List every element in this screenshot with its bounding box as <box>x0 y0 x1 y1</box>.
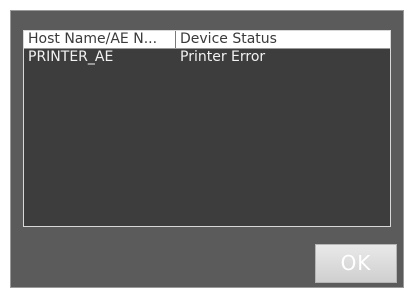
list-body: PRINTER_AE Printer Error <box>24 49 390 67</box>
column-header-device-status[interactable]: Device Status <box>176 31 390 48</box>
device-status-dialog: Host Name/AE N... Device Status PRINTER_… <box>10 10 404 288</box>
device-status-cell: Printer Error <box>180 49 266 65</box>
ok-button[interactable]: OK <box>315 244 397 283</box>
device-list[interactable]: Host Name/AE N... Device Status PRINTER_… <box>23 30 391 227</box>
host-name-cell: PRINTER_AE <box>28 49 114 65</box>
column-header-host-name[interactable]: Host Name/AE N... <box>24 31 176 48</box>
list-header: Host Name/AE N... Device Status <box>24 31 390 49</box>
table-row[interactable]: PRINTER_AE Printer Error <box>24 49 390 67</box>
